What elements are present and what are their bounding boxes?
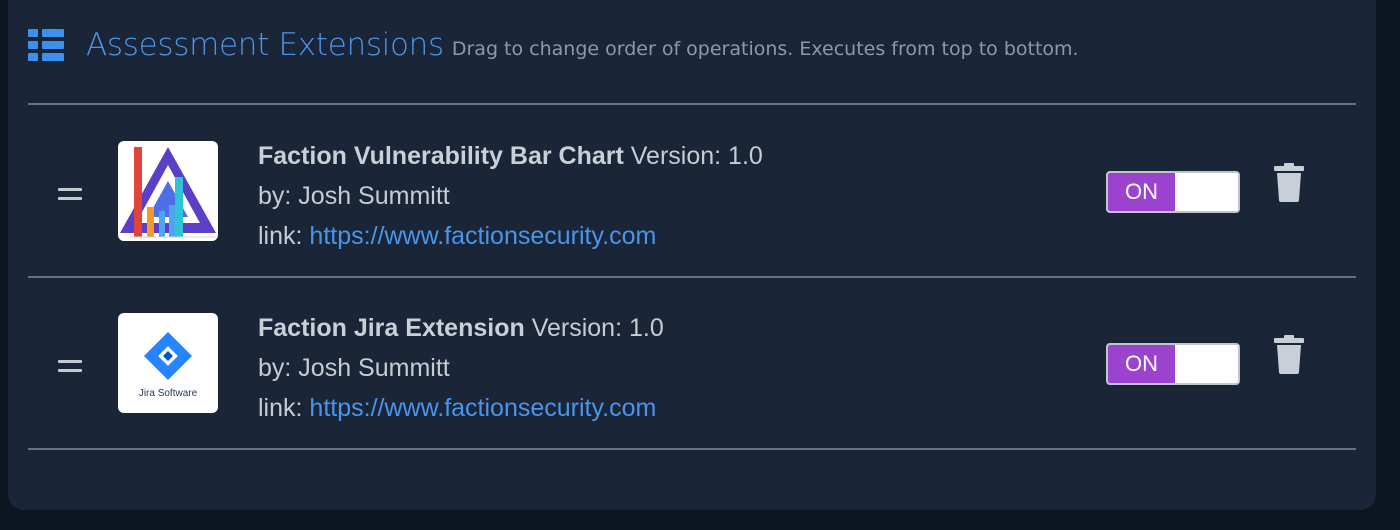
trash-icon[interactable]	[1273, 162, 1305, 202]
extension-author: by: Josh Summitt	[258, 354, 450, 382]
extension-name: Faction Jira Extension	[258, 314, 525, 342]
extension-version: Version: 1.0	[531, 314, 664, 342]
extension-version: Version: 1.0	[630, 142, 763, 170]
drag-handle-icon[interactable]	[58, 360, 82, 374]
page-title: Assessment Extensions	[86, 27, 444, 63]
divider	[28, 448, 1356, 450]
jira-logo-icon: Jira Software	[118, 313, 218, 413]
extension-name: Faction Vulnerability Bar Chart	[258, 142, 624, 170]
toggle-on-label: ON	[1108, 173, 1175, 211]
extension-info: Faction Jira Extension Version: 1.0 by: …	[258, 308, 664, 428]
page-subtitle: Drag to change order of operations. Exec…	[451, 38, 1079, 60]
extension-row[interactable]: Jira Software Faction Jira Extension Ver…	[28, 278, 1356, 448]
drag-handle-icon[interactable]	[58, 188, 82, 202]
trash-icon[interactable]	[1273, 334, 1305, 374]
bar-chart-logo-icon	[118, 141, 218, 241]
extension-link[interactable]: https://www.factionsecurity.com	[309, 394, 656, 422]
extension-link[interactable]: https://www.factionsecurity.com	[309, 222, 656, 250]
extension-row[interactable]: Faction Vulnerability Bar Chart Version:…	[28, 106, 1356, 276]
enable-toggle[interactable]: ON	[1106, 171, 1240, 213]
panel-header: Assessment Extensions Drag to change ord…	[28, 20, 1079, 70]
extension-info: Faction Vulnerability Bar Chart Version:…	[258, 136, 763, 256]
extension-author: by: Josh Summitt	[258, 182, 450, 210]
list-icon	[28, 28, 64, 62]
toggle-on-label: ON	[1108, 345, 1175, 383]
jira-logo-caption: Jira Software	[139, 388, 198, 399]
divider	[28, 103, 1356, 105]
enable-toggle[interactable]: ON	[1106, 343, 1240, 385]
link-label: link:	[258, 222, 303, 250]
link-label: link:	[258, 394, 303, 422]
